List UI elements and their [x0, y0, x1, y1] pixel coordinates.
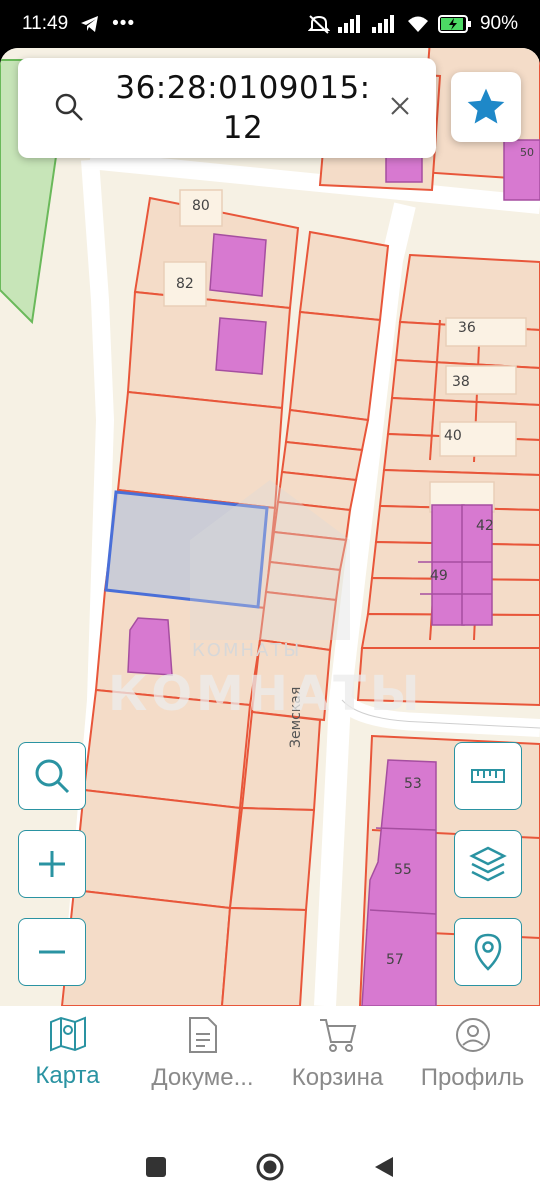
location-pin-icon — [474, 933, 502, 971]
zoom-in-button[interactable] — [18, 830, 86, 898]
house-number: 57 — [386, 952, 404, 968]
nav-item-documents[interactable]: Докуме... — [135, 1006, 270, 1134]
ruler-button[interactable] — [454, 742, 522, 810]
star-icon — [467, 88, 505, 124]
mute-icon — [307, 15, 330, 34]
status-bar: 11:49 ••• 90% — [0, 0, 540, 48]
location-button[interactable] — [454, 918, 522, 986]
search-query[interactable]: 36:28:0109015: 12 — [88, 68, 398, 148]
search-query-line2: 12 — [222, 110, 264, 146]
layers-button[interactable] — [454, 830, 522, 898]
search-query-line1: 36:28:0109015: — [115, 70, 371, 106]
watermark-big: КОМНАТЫ — [108, 666, 424, 722]
building — [215, 317, 267, 375]
building — [209, 233, 267, 297]
nav-label: Корзина — [291, 1064, 384, 1091]
building — [431, 504, 465, 626]
recents-icon[interactable] — [145, 1156, 167, 1178]
nav-label: Докуме... — [151, 1064, 254, 1091]
status-time: 11:49 — [22, 13, 69, 34]
map-icon — [49, 1016, 86, 1052]
ruler-icon — [471, 769, 505, 783]
magnifier-icon — [35, 759, 70, 794]
zoom-out-button[interactable] — [18, 918, 86, 986]
profile-icon — [455, 1018, 490, 1052]
watermark-small: КОМНАТЫ — [192, 640, 302, 661]
telegram-icon — [81, 16, 99, 32]
signal-icon-2 — [371, 15, 394, 33]
cadastral-search-box[interactable]: 36:28:0109015: 12 — [18, 58, 436, 158]
close-icon[interactable] — [388, 94, 412, 118]
house-number: 36 — [458, 320, 476, 336]
house-number: 42 — [476, 518, 494, 534]
house-number: 49 — [430, 568, 448, 584]
more-notifications-icon: ••• — [112, 13, 136, 34]
search-map-button[interactable] — [18, 742, 86, 810]
nav-item-map[interactable]: Карта — [0, 1006, 135, 1134]
document-icon — [188, 1017, 217, 1053]
bottom-navigation: Карта Докуме... Корзина Профиль — [0, 1006, 540, 1134]
favorites-button[interactable] — [451, 72, 521, 142]
nav-label: Карта — [35, 1062, 100, 1089]
system-navigation — [0, 1134, 540, 1200]
back-icon[interactable] — [373, 1155, 395, 1179]
house-number: 40 — [444, 428, 462, 444]
plus-icon — [39, 851, 65, 877]
battery-percent: 90% — [479, 13, 518, 34]
wifi-icon — [407, 16, 428, 32]
search-icon[interactable] — [54, 92, 84, 122]
layers-icon — [469, 846, 507, 882]
home-icon[interactable] — [255, 1152, 285, 1182]
house-number: 38 — [452, 374, 470, 390]
nav-item-cart[interactable]: Корзина — [270, 1006, 405, 1134]
house-number: 80 — [192, 198, 210, 214]
signal-icon — [337, 15, 360, 33]
minus-icon — [39, 950, 65, 954]
battery-icon — [437, 15, 471, 33]
house-number: 50 — [520, 146, 534, 159]
nav-item-profile[interactable]: Профиль — [405, 1006, 540, 1134]
cart-icon — [319, 1019, 356, 1052]
house-number: 53 — [404, 776, 422, 792]
nav-label: Профиль — [420, 1064, 525, 1091]
house-number: 55 — [394, 862, 412, 878]
house-number: 82 — [176, 276, 194, 292]
